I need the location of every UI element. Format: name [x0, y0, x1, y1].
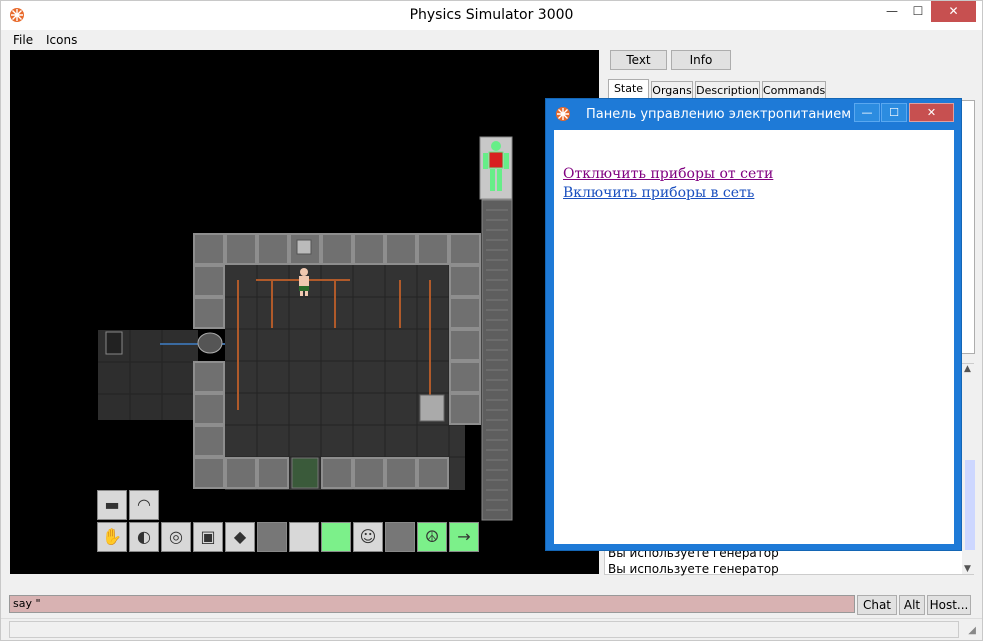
hands-icon[interactable]: ✋ [97, 522, 127, 552]
popup-content: Отключить приборы от сети Включить прибо… [554, 130, 954, 544]
popup-close-button[interactable]: ✕ [909, 103, 954, 122]
info-button[interactable]: Info [671, 50, 731, 70]
popup-maximize-button[interactable]: ☐ [881, 103, 907, 122]
backpack-icon[interactable]: ▣ [193, 522, 223, 552]
scroll-down-icon[interactable]: ▼ [964, 564, 971, 574]
storage-slot-right[interactable] [385, 522, 415, 552]
game-map[interactable]: ▬ ◠ ✋ ◐ ◎ ▣ ◆ ☺ ☮ → [10, 50, 599, 574]
status-bar: ◢ [1, 618, 982, 640]
alt-button[interactable]: Alt [899, 595, 925, 615]
menu-bar: File Icons [1, 30, 982, 50]
station-floor [98, 265, 465, 490]
power-panel-window: Панель управлению электропитанием — ☐ ✕ … [545, 98, 962, 551]
output-scrollbar[interactable]: ▲ ▼ [962, 364, 978, 574]
popup-title: Панель управлению электропитанием [586, 107, 852, 122]
log-line: Вы используете генератор [608, 562, 779, 576]
armor-icon[interactable]: ◆ [225, 522, 255, 552]
menu-file[interactable]: File [13, 33, 33, 47]
close-button[interactable]: ✕ [931, 1, 976, 22]
maximize-button[interactable]: ☐ [905, 1, 931, 22]
move-arrow-icon[interactable]: → [449, 522, 479, 552]
hand-slot-right[interactable] [321, 522, 351, 552]
disconnect-devices-link[interactable]: Отключить приборы от сети [563, 166, 773, 182]
menu-icons[interactable]: Icons [46, 33, 77, 47]
ear-icon[interactable]: ◐ [129, 522, 159, 552]
pipe-junction [197, 332, 223, 354]
mask-icon[interactable]: ◎ [161, 522, 191, 552]
scroll-thumb[interactable] [965, 460, 975, 550]
popup-minimize-button[interactable]: — [854, 103, 880, 122]
walk-run-icon[interactable]: ☺ [353, 522, 383, 552]
gloves-icon[interactable]: ◠ [129, 490, 159, 520]
wall-vent[interactable] [296, 239, 312, 255]
generator[interactable] [419, 394, 445, 422]
title-bar[interactable]: Physics Simulator 3000 — ☐ ✕ [1, 1, 982, 30]
window-title: Physics Simulator 3000 [409, 7, 574, 23]
resize-grip-icon[interactable]: ◢ [968, 625, 976, 636]
shoes-icon[interactable]: ▬ [97, 490, 127, 520]
app-logo-icon [556, 107, 570, 121]
host-button[interactable]: Host... [927, 595, 971, 615]
hand-slot-left[interactable] [289, 522, 319, 552]
intent-peace-icon[interactable]: ☮ [417, 522, 447, 552]
scroll-up-icon[interactable]: ▲ [964, 364, 971, 374]
text-button[interactable]: Text [610, 50, 667, 70]
storage-slot-left[interactable] [257, 522, 287, 552]
airlock-door[interactable] [105, 331, 123, 355]
popup-title-bar[interactable]: Панель управлению электропитанием — ☐ ✕ [546, 99, 961, 129]
status-field [9, 621, 959, 638]
minimize-button[interactable]: — [879, 1, 905, 22]
command-input[interactable]: say " [9, 595, 855, 613]
power-control-panel[interactable] [291, 457, 319, 489]
connect-devices-link[interactable]: Включить приборы в сеть [563, 185, 754, 201]
tab-state[interactable]: State [608, 79, 649, 100]
chat-button[interactable]: Chat [857, 595, 897, 615]
